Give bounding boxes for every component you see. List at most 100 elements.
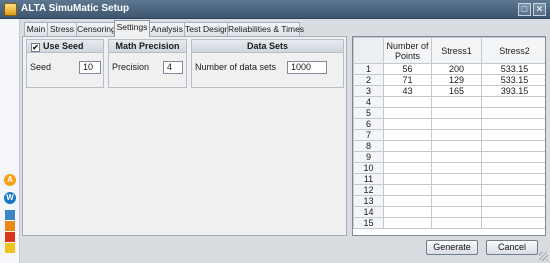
table-row[interactable]: 15 [353,217,545,229]
table-cell[interactable] [431,195,482,207]
table-cell[interactable] [383,140,432,152]
table-cell[interactable] [383,173,432,185]
data-grid[interactable]: Number of Points Stress1 Stress2 1 56 200 5… [352,36,546,236]
table-cell[interactable] [481,118,545,130]
table-cell[interactable] [431,162,482,174]
table-row[interactable]: 13 [353,195,545,207]
precision-input[interactable]: 4 [163,61,183,74]
row-number[interactable]: 10 [353,162,384,174]
maximize-icon[interactable]: □ [518,3,531,16]
table-row[interactable]: 7 [353,129,545,141]
table-cell[interactable] [431,140,482,152]
row-number[interactable]: 12 [353,184,384,196]
resize-grip-icon[interactable] [539,252,548,261]
table-cell[interactable]: 200 [431,63,482,75]
table-cell[interactable]: 43 [383,85,432,97]
math-precision-group: Math Precision Precision 4 [108,39,187,88]
table-cell[interactable] [383,184,432,196]
table-cell[interactable]: 393.15 [481,85,545,97]
table-row[interactable]: 4 [353,96,545,108]
row-number[interactable]: 15 [353,217,384,229]
column-header-stress2[interactable]: Stress2 [481,37,545,64]
table-cell[interactable] [481,162,545,174]
row-number[interactable]: 1 [353,63,384,75]
table-cell[interactable]: 71 [383,74,432,86]
data-sets-input[interactable]: 1000 [287,61,327,74]
table-cell[interactable] [481,96,545,108]
tab-stress[interactable]: Stress [47,22,77,36]
table-cell[interactable] [481,140,545,152]
table-cell[interactable] [431,217,482,229]
tab-reliabilities-times[interactable]: Reliabilities & Times [227,22,304,36]
tab-test-design[interactable]: Test Design [184,22,229,36]
row-number[interactable]: 6 [353,118,384,130]
table-cell[interactable] [431,184,482,196]
table-row[interactable]: 5 [353,107,545,119]
row-number[interactable]: 13 [353,195,384,207]
table-cell[interactable] [431,206,482,218]
table-row[interactable]: 14 [353,206,545,218]
row-number[interactable]: 9 [353,151,384,163]
tab-censoring[interactable]: Censoring [76,22,116,36]
table-row[interactable]: 9 [353,151,545,163]
side-color-bar-icon [5,232,15,242]
table-row[interactable]: 12 [353,184,545,196]
tab-main[interactable]: Main [24,22,48,36]
row-number[interactable]: 2 [353,74,384,86]
table-cell[interactable] [431,173,482,185]
table-cell[interactable] [481,206,545,218]
table-row[interactable]: 11 [353,173,545,185]
row-number[interactable]: 5 [353,107,384,119]
table-cell[interactable] [481,173,545,185]
table-cell[interactable] [383,151,432,163]
table-cell[interactable] [481,184,545,196]
row-number[interactable]: 7 [353,129,384,141]
table-row[interactable]: 10 [353,162,545,174]
table-cell[interactable] [481,195,545,207]
seed-input[interactable]: 10 [79,61,101,74]
close-icon[interactable]: ✕ [533,3,546,16]
table-cell[interactable] [481,151,545,163]
table-cell[interactable] [431,118,482,130]
row-number[interactable]: 4 [353,96,384,108]
row-number[interactable]: 14 [353,206,384,218]
table-row[interactable]: 2 71 129 533.15 [353,74,545,86]
table-row[interactable]: 6 [353,118,545,130]
table-cell[interactable]: 165 [431,85,482,97]
cancel-button[interactable]: Cancel [486,240,538,255]
table-row[interactable]: 1 56 200 533.15 [353,63,545,75]
use-seed-checkbox[interactable]: ✔ [31,43,40,52]
column-header-points[interactable]: Number of Points [383,37,432,64]
corner-cell[interactable] [353,37,384,64]
data-sets-row: Number of data sets 1000 [192,61,343,75]
table-cell[interactable]: 56 [383,63,432,75]
table-cell[interactable] [481,217,545,229]
table-cell[interactable] [383,195,432,207]
table-cell[interactable] [383,206,432,218]
tab-settings[interactable]: Settings [114,20,150,37]
table-cell[interactable] [481,129,545,141]
table-cell[interactable] [383,118,432,130]
table-cell[interactable] [383,162,432,174]
table-cell[interactable] [481,107,545,119]
table-row[interactable]: 3 43 165 393.15 [353,85,545,97]
table-cell[interactable]: 129 [431,74,482,86]
row-number[interactable]: 8 [353,140,384,152]
table-cell[interactable] [431,129,482,141]
table-row[interactable]: 8 [353,140,545,152]
table-cell[interactable] [383,217,432,229]
generate-button[interactable]: Generate [426,240,478,255]
column-header-stress1[interactable]: Stress1 [431,37,482,64]
table-cell[interactable] [383,107,432,119]
table-cell[interactable]: 533.15 [481,63,545,75]
tab-analysis[interactable]: Analysis [149,22,185,36]
table-cell[interactable] [431,107,482,119]
table-cell[interactable] [383,96,432,108]
row-number[interactable]: 3 [353,85,384,97]
table-cell[interactable] [431,151,482,163]
row-number[interactable]: 11 [353,173,384,185]
table-cell[interactable]: 533.15 [481,74,545,86]
table-cell[interactable] [383,129,432,141]
table-cell[interactable] [431,96,482,108]
use-seed-header[interactable]: ✔ Use Seed [27,40,103,53]
